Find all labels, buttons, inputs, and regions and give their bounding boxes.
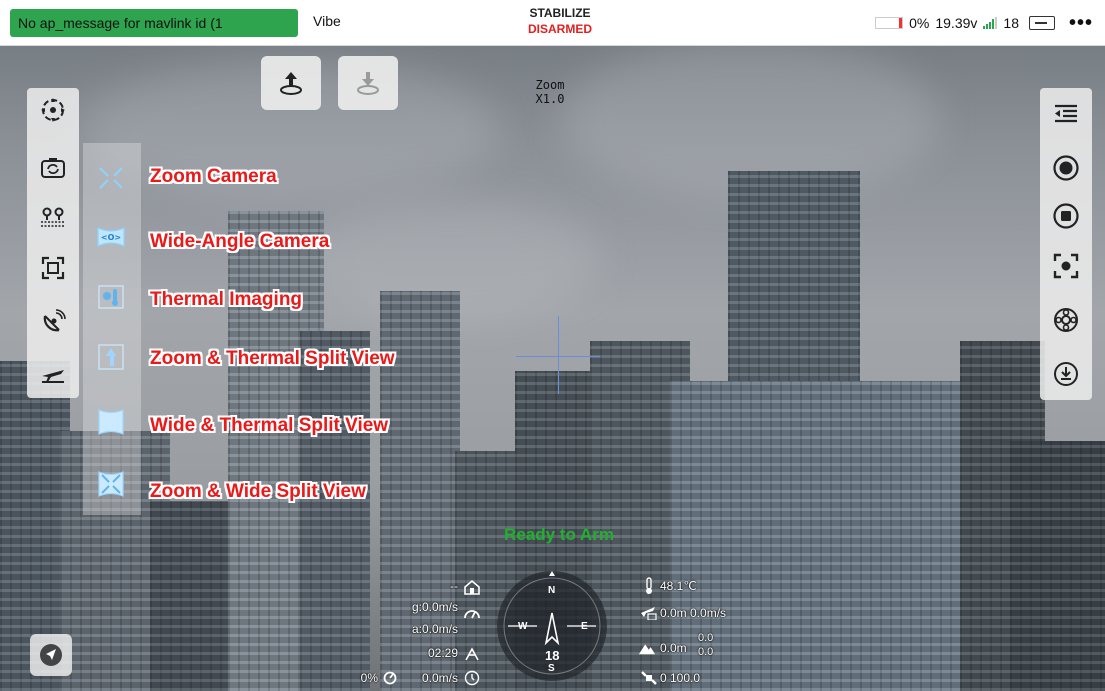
crop-icon bbox=[41, 256, 65, 280]
speedometer-icon bbox=[463, 604, 481, 622]
compass-west: W bbox=[518, 621, 528, 632]
camera-mode-label: Zoom Camera bbox=[150, 166, 277, 187]
camera-mode-label: Thermal Imaging bbox=[150, 289, 303, 310]
flight-mode-plane-button[interactable] bbox=[37, 358, 69, 390]
camera-mode-label: Wide & Thermal Split View bbox=[150, 415, 389, 436]
download-icon bbox=[1054, 362, 1078, 386]
map-toggle-button[interactable] bbox=[30, 634, 72, 676]
arm-state[interactable]: DISARMED bbox=[500, 22, 620, 36]
gimbal-center-icon bbox=[41, 98, 65, 122]
camera-switch-icon bbox=[41, 158, 65, 178]
settings-wheel-icon bbox=[1054, 308, 1078, 332]
signal-strength-icon bbox=[983, 17, 998, 29]
right-toolbar bbox=[1040, 88, 1092, 400]
camera-mode-label: Wide-Angle Camera bbox=[150, 231, 330, 252]
svg-text:<O>: <O> bbox=[101, 233, 121, 242]
zoom-label: Zoom bbox=[535, 78, 565, 92]
flight-mode[interactable]: STABILIZE bbox=[500, 6, 620, 20]
altitude-speed: 0.0m 0.0m/s bbox=[660, 606, 727, 620]
throttle-percent: 0% bbox=[360, 671, 378, 685]
thermal-icon bbox=[98, 285, 124, 309]
gimbal-center-button[interactable] bbox=[37, 94, 69, 126]
battery-percent: 0% bbox=[909, 15, 930, 31]
altitude-icon bbox=[640, 603, 658, 621]
terrain-value-a: 0.0 bbox=[698, 632, 714, 644]
compass-east: E bbox=[581, 621, 588, 632]
terrain-altitude: 0.0m bbox=[660, 641, 687, 655]
top-status-bar: No ap_message for mavlink id (1 Vibe STA… bbox=[0, 0, 1105, 46]
temperature: 48.1℃ bbox=[660, 579, 697, 593]
status-indicators: 0% 19.39v 18 ••• bbox=[875, 13, 1093, 33]
takeoff-button[interactable] bbox=[261, 56, 321, 110]
crosshair-vertical bbox=[558, 316, 559, 394]
arm-status-text: Ready to Arm bbox=[504, 525, 614, 544]
compass-south: S bbox=[548, 663, 555, 674]
zoom-camera-button[interactable] bbox=[93, 161, 129, 195]
camera-switch-button[interactable] bbox=[37, 152, 69, 184]
settings-wheel-button[interactable] bbox=[1050, 304, 1082, 336]
vertical-speed-icon bbox=[381, 669, 399, 687]
zoom-value: X1.0 bbox=[535, 92, 565, 106]
collapse-menu-button[interactable] bbox=[1050, 98, 1082, 130]
land-icon bbox=[357, 72, 379, 95]
camera-mode-label: Zoom & Wide Split View bbox=[150, 481, 366, 502]
zoom-wide-split-button[interactable] bbox=[93, 467, 129, 501]
terrain-icon bbox=[638, 639, 656, 657]
more-menu-button[interactable]: ••• bbox=[1069, 13, 1093, 33]
left-toolbar bbox=[27, 88, 79, 398]
stop-icon bbox=[1053, 203, 1079, 229]
record-icon bbox=[1053, 155, 1079, 181]
camera-mode-label: Zoom & Thermal Split View bbox=[150, 348, 395, 369]
camera-mode-panel bbox=[83, 143, 141, 515]
satellite-dish-button[interactable] bbox=[37, 306, 69, 338]
vehicle-name[interactable]: Vibe bbox=[313, 13, 341, 29]
zoom-indicator: Zoom X1.0 bbox=[520, 78, 580, 106]
terrain-value-b: 0.0 bbox=[698, 646, 714, 658]
waypoints-icon bbox=[41, 207, 65, 227]
compass-widget: N S W E 18 bbox=[497, 571, 607, 681]
wide-thermal-split-button[interactable] bbox=[93, 405, 129, 439]
compass-north: N bbox=[548, 585, 556, 596]
thermal-imaging-button[interactable] bbox=[93, 280, 129, 314]
wide-angle-camera-button[interactable]: <O> bbox=[93, 220, 129, 254]
home-distance: -- bbox=[450, 579, 458, 593]
zoom-wide-split-icon bbox=[98, 471, 124, 497]
focus-icon bbox=[1053, 253, 1079, 279]
crop-button[interactable] bbox=[37, 252, 69, 284]
ground-speed: g:0.0m/s bbox=[411, 600, 458, 614]
flight-time-icon bbox=[463, 645, 481, 663]
zoom-thermal-split-icon bbox=[98, 344, 124, 370]
satellite-icon bbox=[640, 669, 658, 687]
gps-value: 0 100.0 bbox=[660, 671, 701, 685]
navigation-icon bbox=[40, 644, 62, 666]
takeoff-icon bbox=[280, 72, 302, 95]
gps-icon[interactable] bbox=[1028, 16, 1055, 30]
waypoints-button[interactable] bbox=[37, 202, 69, 234]
menu-collapse-icon bbox=[1055, 104, 1077, 123]
plane-icon bbox=[42, 370, 64, 383]
zoom-thermal-split-button[interactable] bbox=[93, 340, 129, 374]
zoom-camera-icon bbox=[99, 167, 123, 189]
satellite-count: 18 bbox=[1003, 15, 1019, 31]
download-button[interactable] bbox=[1050, 358, 1082, 390]
clock-icon bbox=[463, 669, 481, 687]
air-speed: a:0.0m/s bbox=[411, 622, 458, 636]
temperature-icon bbox=[640, 577, 658, 595]
land-button[interactable] bbox=[338, 56, 398, 110]
record-button[interactable] bbox=[1050, 152, 1082, 184]
wide-thermal-split-icon bbox=[98, 409, 124, 435]
home-icon bbox=[463, 578, 481, 596]
focus-button[interactable] bbox=[1050, 250, 1082, 282]
flight-time: 02:29 bbox=[427, 646, 458, 660]
heading-value: 18 bbox=[545, 648, 560, 663]
battery-icon bbox=[875, 17, 904, 29]
stop-button[interactable] bbox=[1050, 200, 1082, 232]
battery-voltage: 19.39v bbox=[935, 15, 978, 31]
message-banner[interactable]: No ap_message for mavlink id (1 bbox=[10, 9, 298, 37]
wide-angle-camera-icon: <O> bbox=[97, 227, 125, 247]
satellite-dish-icon bbox=[43, 309, 66, 332]
vertical-speed: 0.0m/s bbox=[421, 671, 458, 685]
